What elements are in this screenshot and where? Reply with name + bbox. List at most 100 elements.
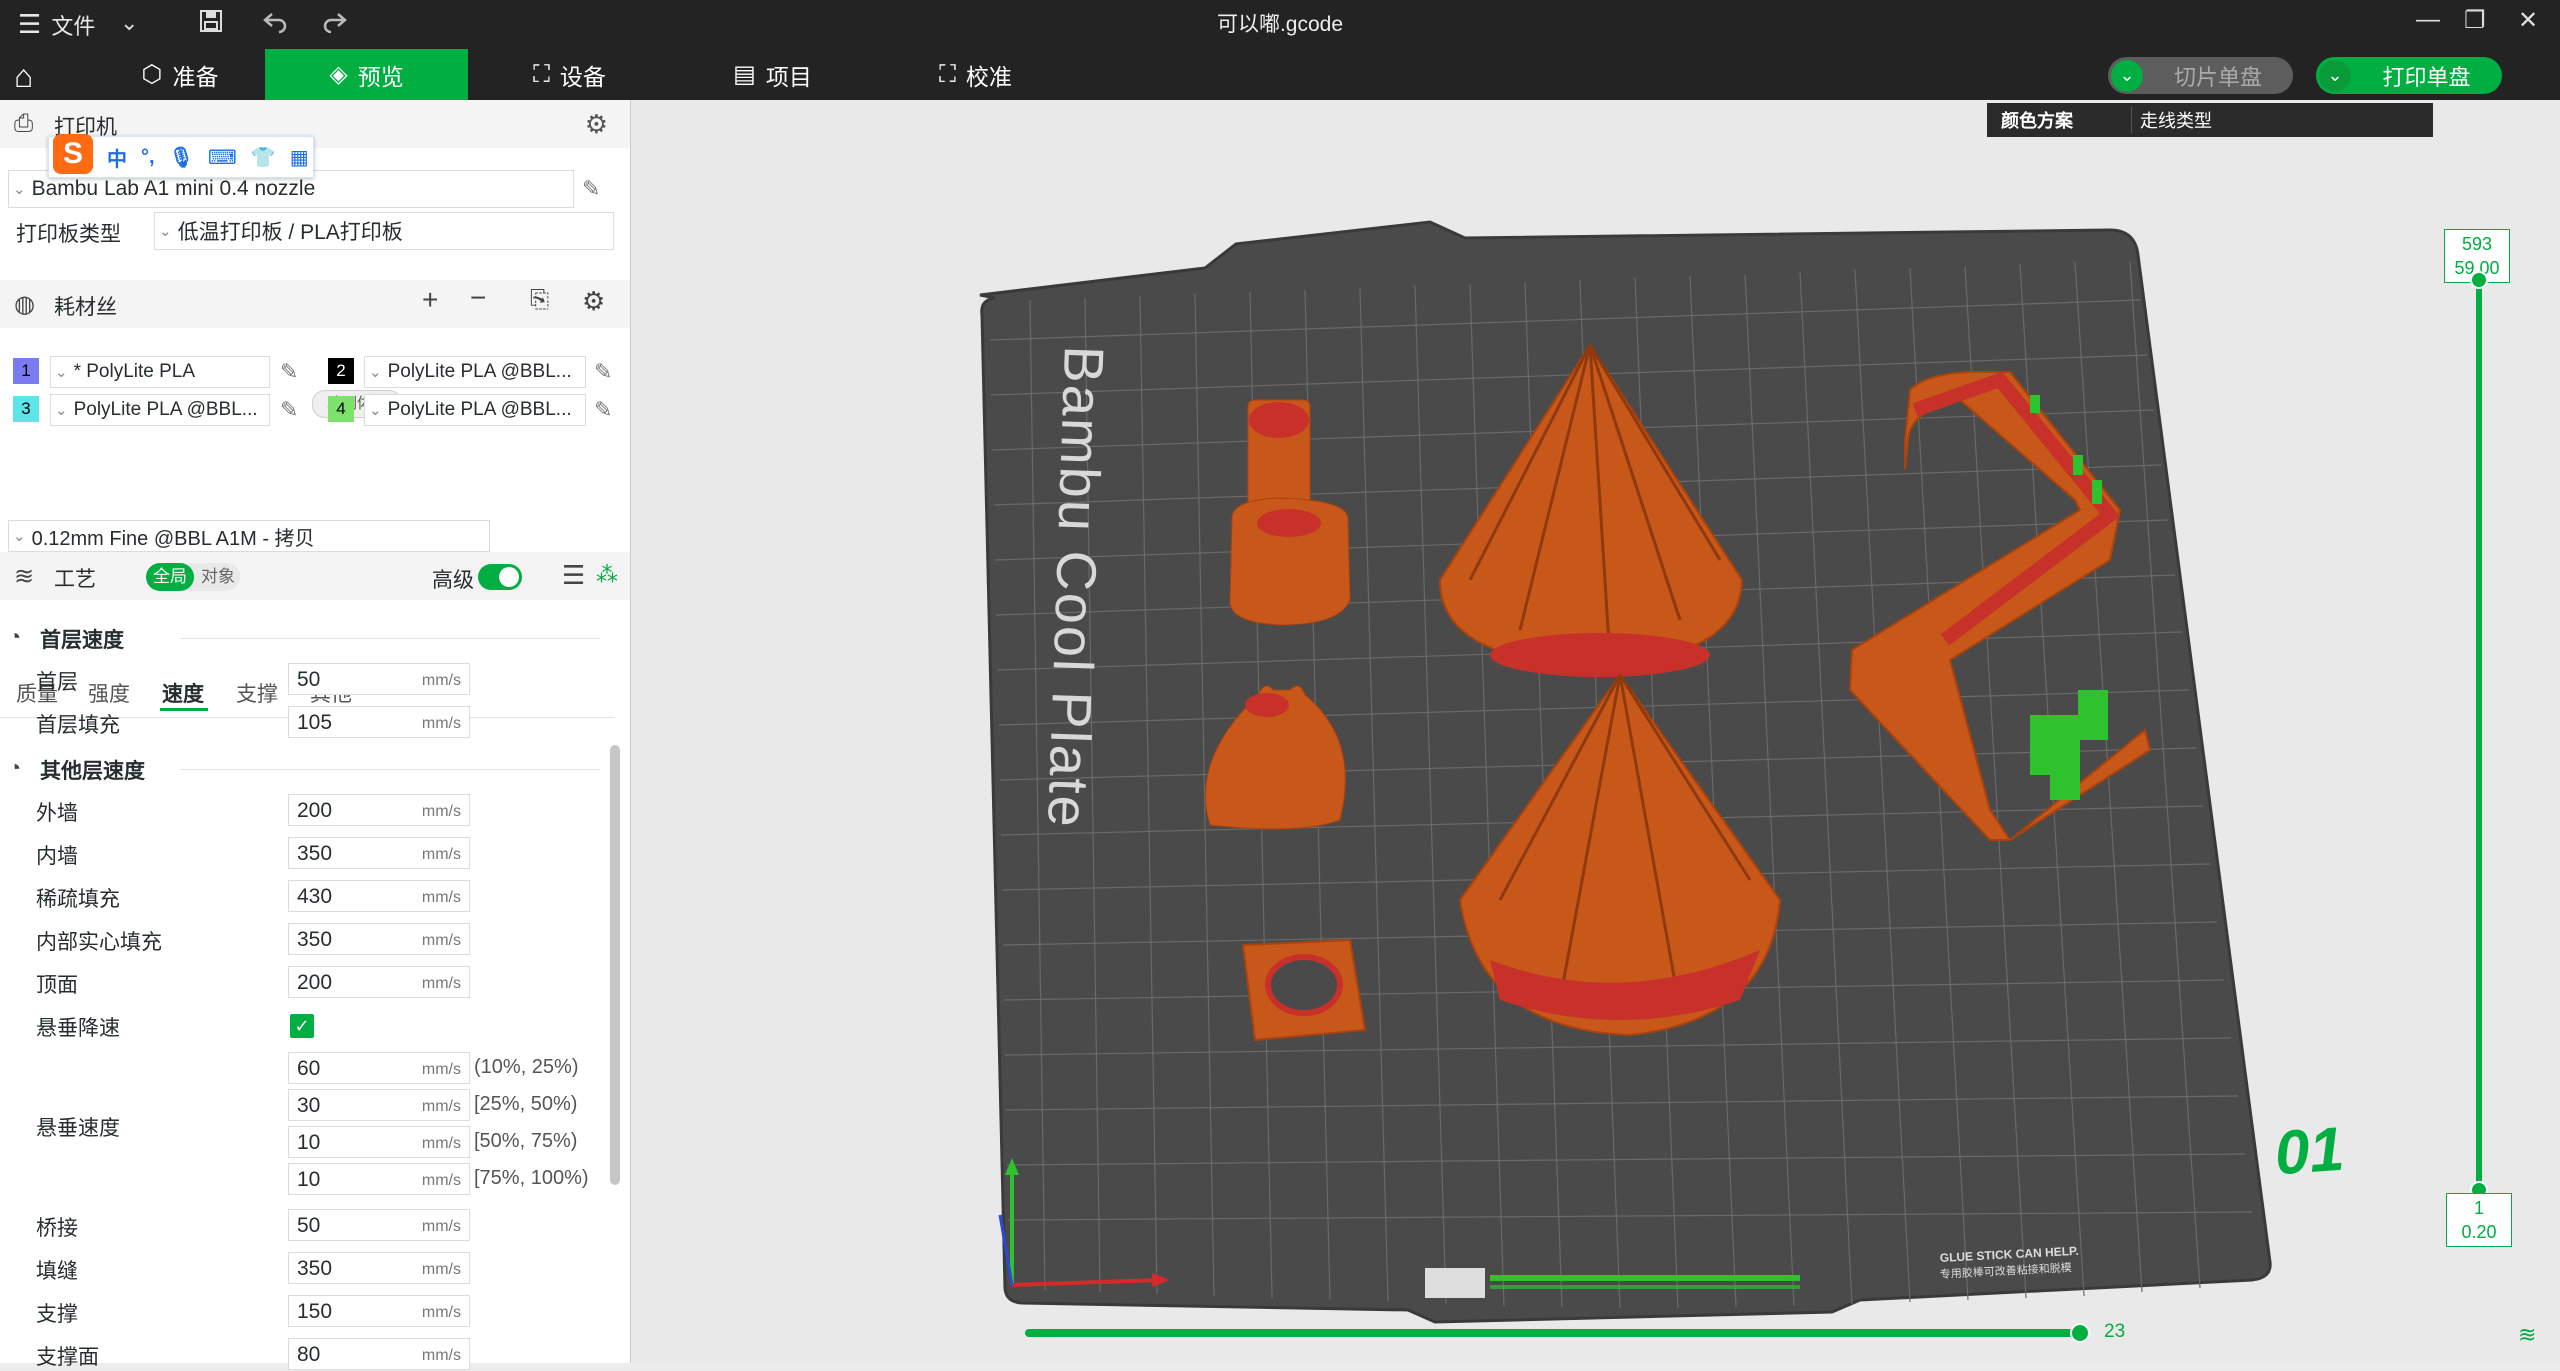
outer-wall-speed-input[interactable]: 200 mm/s: [288, 794, 470, 826]
chevron-down-icon[interactable]: ⌄: [2319, 59, 2351, 92]
first-layer-speed-input[interactable]: 50 mm/s: [288, 663, 470, 695]
calibrate-icon: ⛶: [939, 60, 956, 88]
inner-wall-speed-input[interactable]: 350 mm/s: [288, 837, 470, 869]
field-unit: mm/s: [421, 1061, 461, 1078]
filament-slot-3-name: PolyLite PLA @BBL...: [73, 399, 258, 420]
list-icon[interactable]: ☰: [562, 560, 585, 591]
field-unit: mm/s: [421, 975, 461, 992]
support-speed-input[interactable]: 150 mm/s: [288, 1295, 470, 1327]
advanced-switch[interactable]: [478, 564, 522, 590]
color-scheme-select[interactable]: 走线类型: [2131, 107, 2433, 133]
process-section-header: ≋ 工艺: [0, 552, 630, 600]
top-surface-speed-input[interactable]: 200 mm/s: [288, 966, 470, 998]
add-filament-icon[interactable]: +: [422, 284, 438, 316]
filament-slot-3-badge[interactable]: 3: [13, 396, 39, 422]
edit-icon[interactable]: ✎: [280, 397, 298, 423]
microphone-icon[interactable]: 🎙: [169, 145, 194, 170]
bottom-layer-height: 0.20: [2461, 1222, 2497, 1242]
print-plate-button[interactable]: ⌄ 打印单盘: [2316, 57, 2502, 94]
move-slider-track[interactable]: [1025, 1329, 2083, 1337]
settings-scrollbar[interactable]: [610, 745, 620, 1185]
layer-slider-track[interactable]: [2476, 280, 2482, 1190]
restore-icon[interactable]: ❐: [2464, 6, 2486, 35]
ime-logo[interactable]: S: [53, 134, 93, 174]
toggle-object[interactable]: 对象: [196, 563, 240, 591]
sparse-infill-speed-input[interactable]: 430 mm/s: [288, 880, 470, 912]
bridge-label: 桥接: [36, 1217, 78, 1240]
gear-icon[interactable]: ⚙: [582, 286, 605, 317]
tab-calibrate-label: 校准: [965, 63, 1012, 90]
support-interface-speed-input[interactable]: 80 mm/s: [288, 1338, 470, 1370]
chevron-down-icon: ⌄: [159, 223, 172, 240]
tab-project[interactable]: ▤ 项目: [671, 49, 874, 100]
tab-device[interactable]: ⛶ 设备: [468, 49, 671, 100]
filament-slot-1-index: 1: [21, 361, 31, 380]
tab-prepare[interactable]: ⬡ 准备: [95, 49, 265, 100]
tab-preview[interactable]: ◈ 预览: [265, 49, 468, 100]
filament-slot-3-select[interactable]: ⌄ PolyLite PLA @BBL...: [50, 394, 270, 426]
filament-slot-1-select[interactable]: ⌄ * PolyLite PLA: [50, 356, 270, 388]
filament-slot-2-select[interactable]: ⌄ PolyLite PLA @BBL...: [364, 356, 586, 388]
speed-gauge-icon: ◔: [8, 755, 22, 780]
global-object-toggle[interactable]: 全局 对象: [146, 563, 240, 591]
edit-icon[interactable]: ✎: [280, 359, 298, 385]
remove-filament-icon[interactable]: −: [470, 282, 486, 314]
field-unit: mm/s: [421, 803, 461, 820]
ime-lang-toggle[interactable]: 中: [107, 143, 127, 172]
internal-solid-infill-speed-input[interactable]: 350 mm/s: [288, 923, 470, 955]
edit-icon[interactable]: ✎: [594, 397, 612, 423]
advanced-label: 高级: [432, 569, 474, 592]
subtab-support[interactable]: 支撑: [236, 678, 278, 708]
layers-icon[interactable]: ≋: [2518, 1322, 2536, 1348]
field-value: 60: [297, 1057, 321, 1080]
gap-infill-speed-input[interactable]: 350 mm/s: [288, 1252, 470, 1284]
filament-slot-4-badge[interactable]: 4: [328, 396, 354, 422]
home-icon[interactable]: ⌂: [14, 58, 33, 95]
layer-slider-top-knob[interactable]: [2470, 271, 2488, 289]
overhang-speed-4-input[interactable]: 10 mm/s: [288, 1163, 470, 1195]
device-icon: ⛶: [533, 60, 550, 88]
subtab-speed[interactable]: 速度: [162, 678, 204, 708]
overhang-speed-2-input[interactable]: 30 mm/s: [288, 1089, 470, 1121]
sync-filament-icon[interactable]: ⎘: [530, 286, 549, 314]
skin-icon[interactable]: 👕: [251, 145, 276, 170]
overhang-slowdown-checkbox[interactable]: ✓: [290, 1014, 314, 1038]
filament-slot-1-name: * PolyLite PLA: [73, 361, 196, 382]
gear-icon[interactable]: ⚙: [585, 109, 608, 140]
filament-slot-4-index: 4: [336, 399, 346, 418]
slice-plate-button[interactable]: ⌄ 切片单盘: [2108, 57, 2293, 94]
chevron-down-icon: ⌄: [55, 402, 68, 419]
move-slider-knob[interactable]: [2070, 1323, 2090, 1343]
overhang-speed-1-input[interactable]: 60 mm/s: [288, 1052, 470, 1084]
overhang-speed-3-input[interactable]: 10 mm/s: [288, 1126, 470, 1158]
preview-viewport[interactable]: Bambu Cool Plate GLUE STICK CAN HELP. 专用…: [631, 100, 2560, 1363]
minimize-icon[interactable]: —: [2416, 6, 2440, 34]
edit-icon[interactable]: ✎: [594, 359, 612, 385]
plate-type-select[interactable]: ⌄ 低温打印板 / PLA打印板: [154, 212, 614, 250]
subtab-strength[interactable]: 强度: [88, 678, 130, 708]
punctuation-icon[interactable]: °,: [141, 146, 155, 169]
filament-icon: ◍: [14, 291, 35, 318]
close-icon[interactable]: ✕: [2518, 6, 2538, 35]
edit-icon[interactable]: ✎: [582, 176, 600, 202]
print-plate-label: 打印单盘: [2382, 64, 2471, 90]
slice-plate-label: 切片单盘: [2173, 64, 2262, 90]
ime-toolbar[interactable]: S 中 °, 🎙 ⌨ 👕 ▦: [48, 134, 314, 178]
color-scheme-legend[interactable]: 颜色方案 走线类型: [1987, 103, 2433, 137]
bridge-speed-input[interactable]: 50 mm/s: [288, 1209, 470, 1241]
chevron-down-icon[interactable]: ⌄: [2111, 59, 2143, 92]
filament-slot-4-name: PolyLite PLA @BBL...: [387, 399, 572, 420]
field-unit: mm/s: [421, 846, 461, 863]
support-label: 支撑: [36, 1303, 78, 1326]
filament-slot-4-select[interactable]: ⌄ PolyLite PLA @BBL...: [364, 394, 586, 426]
field-unit: mm/s: [421, 1218, 461, 1235]
compare-icon[interactable]: ⁂: [596, 562, 618, 588]
toolbox-icon[interactable]: ▦: [290, 145, 309, 170]
filament-slot-1-badge[interactable]: 1: [13, 358, 39, 384]
tab-calibrate[interactable]: ⛶ 校准: [874, 49, 1077, 100]
first-layer-infill-speed-input[interactable]: 105 mm/s: [288, 706, 470, 738]
process-preset-select[interactable]: ⌄ 0.12mm Fine @BBL A1M - 拷贝: [8, 520, 490, 552]
keyboard-icon[interactable]: ⌨: [208, 145, 237, 170]
filament-slot-2-badge[interactable]: 2: [328, 358, 354, 384]
toggle-global[interactable]: 全局: [146, 563, 194, 591]
